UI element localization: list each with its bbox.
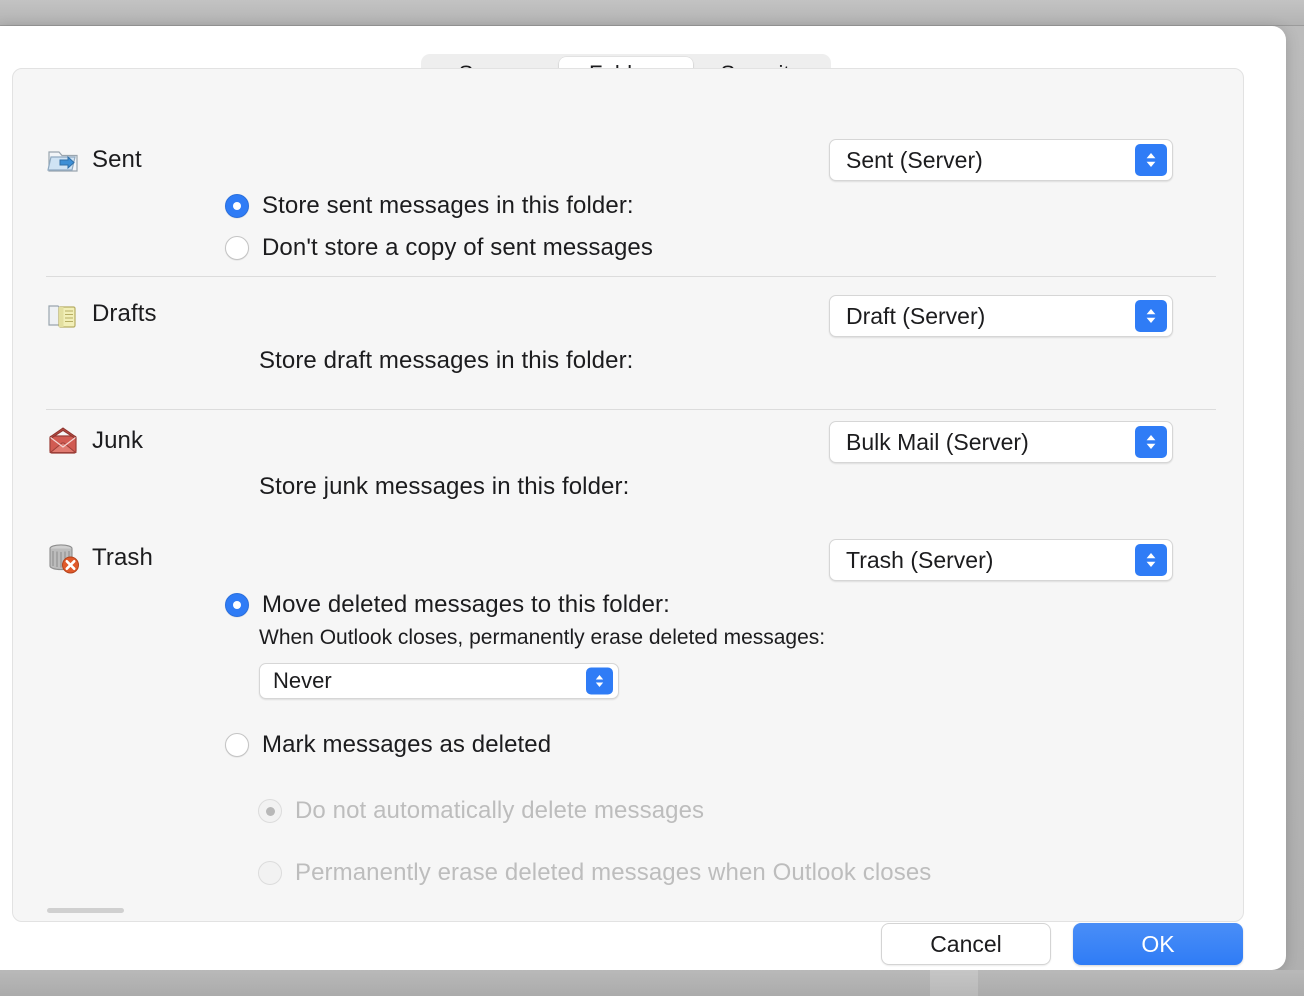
folders-settings-panel: Sent Sent (Server) Store sent messages i… (12, 68, 1244, 922)
junk-section-header: Junk (46, 424, 143, 458)
account-settings-dialog: Server Folders Security Sent Sent (Serve… (0, 26, 1286, 970)
junk-folder-popup-value: Bulk Mail (Server) (830, 429, 1029, 456)
trash-folder-popup-value: Trash (Server) (830, 547, 993, 574)
erase-frequency-value: Never (260, 668, 332, 694)
junk-envelope-icon (46, 424, 80, 458)
trash-section-title: Trash (92, 544, 153, 572)
trash-can-icon (46, 541, 80, 575)
trash-mark-label: Mark messages as deleted (262, 731, 551, 759)
trash-erase-on-close-label: Permanently erase deleted messages when … (295, 859, 931, 887)
drafts-folder-icon (46, 297, 80, 331)
junk-store-label: Store junk messages in this folder: (259, 473, 629, 501)
drafts-section-title: Drafts (92, 300, 157, 328)
sent-store-option[interactable]: Store sent messages in this folder: (225, 192, 634, 220)
trash-erase-on-close-option: Permanently erase deleted messages when … (258, 859, 931, 887)
chevron-updown-icon (586, 668, 613, 695)
sent-section-header: Sent (46, 143, 142, 177)
trash-no-auto-delete-label: Do not automatically delete messages (295, 797, 704, 825)
trash-section-header: Trash (46, 541, 153, 575)
ok-button[interactable]: OK (1073, 923, 1243, 965)
trash-no-auto-delete-option: Do not automatically delete messages (258, 797, 704, 825)
trash-move-option[interactable]: Move deleted messages to this folder: (225, 591, 670, 619)
sent-section-title: Sent (92, 146, 142, 174)
sent-dont-store-label: Don't store a copy of sent messages (262, 234, 653, 262)
drafts-folder-popup-value: Draft (Server) (830, 303, 985, 330)
radio-move-deleted[interactable] (225, 593, 249, 617)
chevron-updown-icon (1135, 544, 1167, 576)
desktop-bottom-strip (0, 970, 1304, 996)
drafts-section-header: Drafts (46, 297, 157, 331)
sent-folder-popup[interactable]: Sent (Server) (829, 139, 1173, 181)
screen: Server Folders Security Sent Sent (Serve… (0, 0, 1304, 996)
radio-store-sent[interactable] (225, 194, 249, 218)
separator-sent-drafts (46, 276, 1216, 277)
sent-store-label: Store sent messages in this folder: (262, 192, 634, 220)
desktop-bottom-segment (930, 970, 978, 996)
trash-erase-label: When Outlook closes, permanently erase d… (259, 626, 825, 650)
dialog-footer: Cancel OK (0, 923, 1286, 970)
chevron-updown-icon (1135, 300, 1167, 332)
chevron-updown-icon (1135, 144, 1167, 176)
desktop-top-strip (0, 0, 1304, 26)
cancel-button[interactable]: Cancel (881, 923, 1051, 965)
trash-move-label: Move deleted messages to this folder: (262, 591, 670, 619)
sent-folder-icon (46, 143, 80, 177)
junk-section-title: Junk (92, 427, 143, 455)
radio-mark-deleted[interactable] (225, 733, 249, 757)
erase-frequency-popup[interactable]: Never (259, 663, 619, 699)
radio-erase-on-close (258, 861, 282, 885)
horizontal-scrollbar[interactable] (47, 908, 124, 913)
drafts-folder-popup[interactable]: Draft (Server) (829, 295, 1173, 337)
sent-dont-store-option[interactable]: Don't store a copy of sent messages (225, 234, 653, 262)
chevron-updown-icon (1135, 426, 1167, 458)
trash-folder-popup[interactable]: Trash (Server) (829, 539, 1173, 581)
sent-folder-popup-value: Sent (Server) (830, 147, 983, 174)
trash-mark-option[interactable]: Mark messages as deleted (225, 731, 551, 759)
junk-folder-popup[interactable]: Bulk Mail (Server) (829, 421, 1173, 463)
drafts-store-label: Store draft messages in this folder: (259, 347, 633, 375)
radio-dont-store-sent[interactable] (225, 236, 249, 260)
radio-no-auto-delete (258, 799, 282, 823)
separator-drafts-junk (46, 409, 1216, 410)
